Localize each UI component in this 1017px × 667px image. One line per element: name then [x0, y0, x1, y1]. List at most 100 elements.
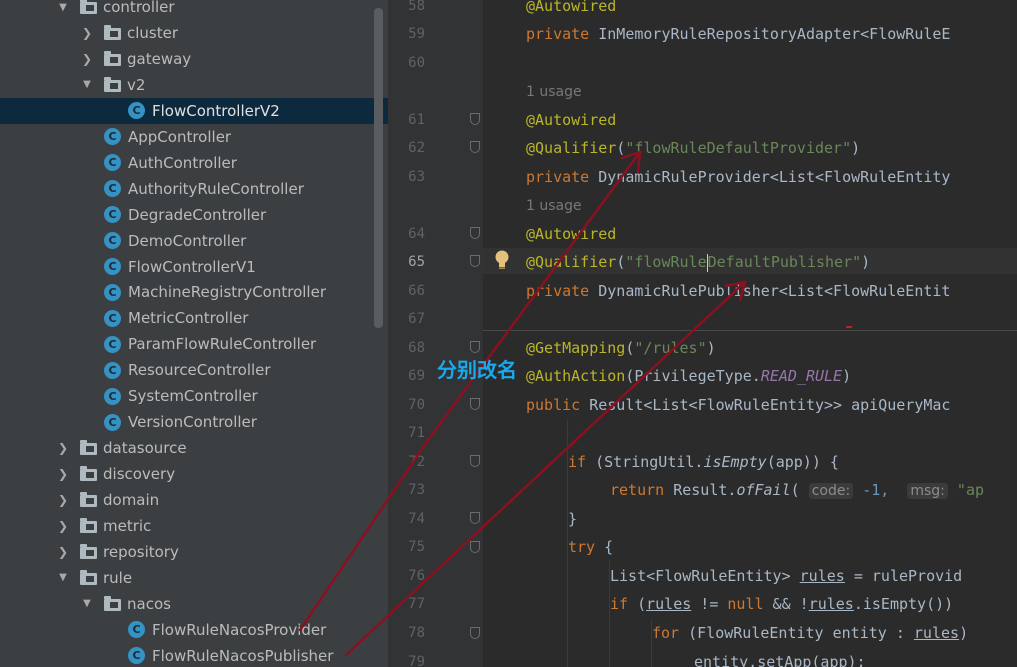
line-number[interactable]: 71 [389, 420, 425, 446]
fold-marker-icon[interactable] [470, 512, 480, 524]
tree-item-discovery[interactable]: ❯ discovery [0, 461, 388, 487]
line-number[interactable]: 61 [389, 107, 425, 133]
tree-item-metric[interactable]: ❯ metric [0, 513, 388, 539]
code-line-68[interactable]: @GetMapping("/rules") [526, 335, 716, 361]
code-line-61[interactable]: @Autowired [526, 107, 616, 133]
code-line-70[interactable]: public Result<List<FlowRuleEntity>> apiQ… [526, 392, 950, 418]
tree-item-label: discovery [103, 465, 176, 484]
code-line-74[interactable]: } [568, 506, 577, 532]
code-line-76[interactable]: List<FlowRuleEntity> rules = ruleProvid [610, 563, 962, 589]
line-number[interactable]: 70 [389, 392, 425, 418]
tree-item-controller[interactable]: ▼ controller [0, 0, 388, 20]
tree-item-rule[interactable]: ▼ rule [0, 565, 388, 591]
fold-marker-icon[interactable] [470, 398, 480, 410]
line-number[interactable]: 60 [389, 50, 425, 76]
chevron-right-icon[interactable]: ❯ [56, 467, 70, 481]
annotation-token: @Qualifier [526, 253, 617, 271]
method-token: ofFail [736, 481, 791, 499]
line-number[interactable]: 77 [389, 591, 425, 617]
tree-item-repository[interactable]: ❯ repository [0, 539, 388, 565]
fold-marker-icon[interactable] [470, 627, 480, 639]
tree-item-systemcontroller[interactable]: C SystemController [0, 383, 388, 409]
tree-item-flowrulenacospublisher[interactable]: C FlowRuleNacosPublisher [0, 643, 388, 667]
tree-item-metriccontroller[interactable]: C MetricController [0, 305, 388, 331]
chevron-down-icon[interactable]: ▼ [80, 598, 94, 609]
string-token: "flowRuleDefaultProvider" [625, 139, 852, 157]
line-number[interactable]: 74 [389, 506, 425, 532]
line-number[interactable]: 72 [389, 449, 425, 475]
line-number[interactable]: 63 [389, 164, 425, 190]
chevron-right-icon[interactable]: ❯ [56, 441, 70, 455]
tree-item-paramflowrulecontroller[interactable]: C ParamFlowRuleController [0, 331, 388, 357]
tree-item-resourcecontroller[interactable]: C ResourceController [0, 357, 388, 383]
line-number[interactable]: 73 [389, 477, 425, 503]
tree-item-datasource[interactable]: ❯ datasource [0, 435, 388, 461]
chevron-down-icon[interactable]: ▼ [80, 79, 94, 90]
code-line-78[interactable]: for (FlowRuleEntity entity : rules) [652, 620, 968, 646]
tree-item-cluster[interactable]: ❯ cluster [0, 20, 388, 46]
fold-marker-icon[interactable] [470, 141, 480, 153]
param-hint: code: [808, 483, 854, 499]
chevron-right-icon[interactable]: ❯ [56, 545, 70, 559]
chevron-down-icon[interactable]: ▼ [56, 572, 70, 583]
line-number[interactable]: 66 [389, 278, 425, 304]
tree-item-flowcontrollerv2[interactable]: C FlowControllerV2 [0, 97, 388, 124]
line-number[interactable]: 75 [389, 534, 425, 560]
fold-marker-icon[interactable] [470, 113, 480, 125]
fold-marker-icon[interactable] [470, 227, 480, 239]
tree-item-v2[interactable]: ▼ v2 [0, 72, 388, 98]
lightbulb-icon[interactable] [493, 249, 511, 271]
tree-item-authorityrulecontroller[interactable]: C AuthorityRuleController [0, 176, 388, 202]
chevron-right-icon[interactable]: ❯ [80, 52, 94, 66]
fold-marker-icon[interactable] [470, 455, 480, 467]
code-line-79[interactable]: entity.setApp(app); [694, 649, 866, 667]
fold-marker-icon[interactable] [470, 341, 480, 353]
tree-item-label: controller [103, 0, 175, 16]
tree-item-degradecontroller[interactable]: C DegradeController [0, 202, 388, 228]
line-number[interactable]: 79 [389, 649, 425, 667]
fold-marker-icon[interactable] [470, 255, 480, 267]
usage-hint[interactable]: 1 usage [526, 193, 582, 219]
tree-item-flowrulenacosprovider[interactable]: C FlowRuleNacosProvider [0, 617, 388, 643]
chevron-down-icon[interactable]: ▼ [56, 2, 70, 13]
code-line-75[interactable]: try { [568, 534, 613, 560]
tree-item-gateway[interactable]: ❯ gateway [0, 46, 388, 72]
code-editor[interactable]: 58 59 60 61 62 63 64 65 66 67 68 69 70 71 72 73 74 75 76 77… [389, 0, 1017, 667]
code-line-66[interactable]: private DynamicRulePublisher<List<FlowRu… [526, 278, 950, 304]
line-number[interactable]: 59 [389, 21, 425, 47]
tree-item-label: gateway [127, 49, 192, 68]
line-number[interactable]: 58 [389, 0, 425, 19]
tree-item-appcontroller[interactable]: C AppController [0, 124, 388, 150]
code-line-77[interactable]: if (rules != null && !rules.isEmpty()) [610, 591, 953, 617]
tree-item-democontroller[interactable]: C DemoController [0, 228, 388, 254]
line-number[interactable]: 62 [389, 135, 425, 161]
code-line-64[interactable]: @Autowired [526, 221, 616, 247]
code-line-72[interactable]: if (StringUtil.isEmpty(app)) { [568, 449, 839, 475]
tree-item-machineregistrycontroller[interactable]: C MachineRegistryController [0, 279, 388, 305]
tree-item-nacos[interactable]: ▼ nacos [0, 591, 388, 617]
code-line-73[interactable]: return Result.ofFail( code: -1, msg: "ap [610, 477, 984, 503]
line-number[interactable]: 68 [389, 335, 425, 361]
chevron-right-icon[interactable]: ❯ [56, 519, 70, 533]
tree-item-versioncontroller[interactable]: C VersionController [0, 409, 388, 435]
tree-scrollbar[interactable] [374, 8, 383, 328]
code-line-62[interactable]: @Qualifier("flowRuleDefaultProvider") [526, 135, 860, 161]
tree-item-domain[interactable]: ❯ domain [0, 487, 388, 513]
line-number[interactable]: 67 [389, 306, 425, 332]
chevron-right-icon[interactable]: ❯ [80, 26, 94, 40]
code-line-59[interactable]: private InMemoryRuleRepositoryAdapter<Fl… [526, 21, 950, 47]
line-number[interactable]: 65 [389, 249, 425, 275]
line-number[interactable]: 69 [389, 363, 425, 389]
line-number[interactable]: 76 [389, 563, 425, 589]
code-line-65[interactable]: @Qualifier("flowRuleDefaultPublisher") [526, 249, 870, 275]
chevron-right-icon[interactable]: ❯ [56, 493, 70, 507]
code-line-63[interactable]: private DynamicRuleProvider<List<FlowRul… [526, 164, 950, 190]
code-line-69[interactable]: @AuthAction(PrivilegeType.READ_RULE) [526, 363, 851, 389]
usage-hint[interactable]: 1 usage [526, 79, 582, 105]
line-number[interactable]: 78 [389, 620, 425, 646]
fold-marker-icon[interactable] [470, 541, 480, 553]
line-number[interactable]: 64 [389, 221, 425, 247]
tree-item-flowcontrollerv1[interactable]: C FlowControllerV1 [0, 254, 388, 280]
code-line-58[interactable]: @Autowired [526, 0, 616, 19]
tree-item-authcontroller[interactable]: C AuthController [0, 150, 388, 176]
